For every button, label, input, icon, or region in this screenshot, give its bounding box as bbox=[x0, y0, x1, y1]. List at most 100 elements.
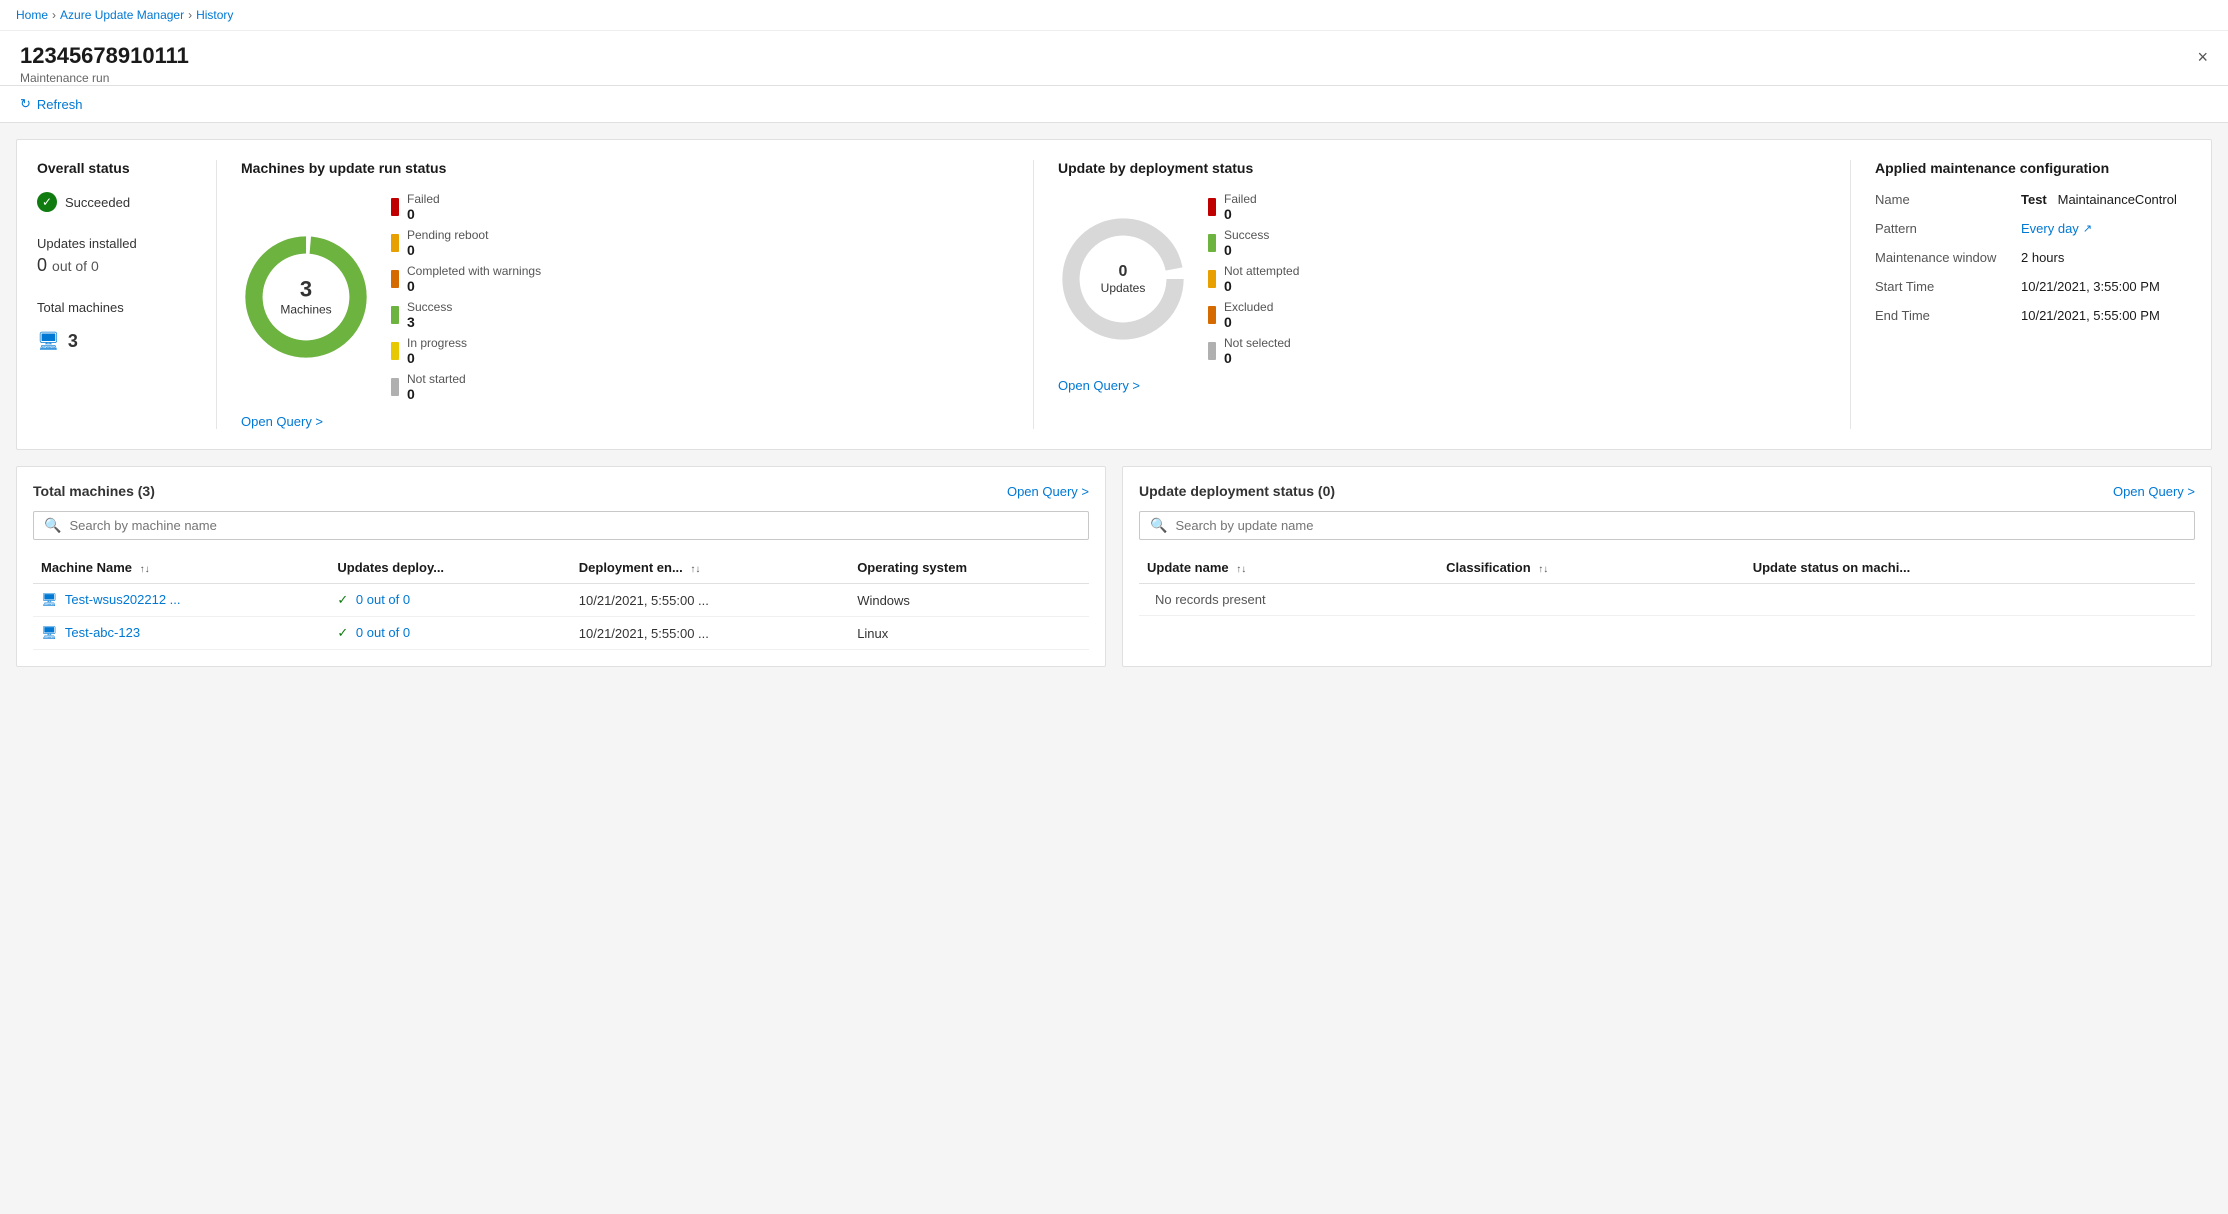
legend-warnings: Completed with warnings 0 bbox=[391, 264, 541, 294]
machines-donut: 3 Machines bbox=[241, 232, 371, 362]
success-check-1: ✓ bbox=[337, 592, 348, 607]
no-records-text: No records present bbox=[1147, 584, 1274, 615]
legend-label-failed: Failed bbox=[407, 192, 440, 206]
config-name-row: Name Test MaintainanceControl bbox=[1875, 192, 2191, 207]
update-search-input[interactable] bbox=[1175, 518, 2184, 533]
machine-search-icon: 🔍 bbox=[44, 517, 61, 534]
legend-success: Success 3 bbox=[391, 300, 541, 330]
config-section: Applied maintenance configuration Name T… bbox=[1851, 160, 2191, 429]
sort-icon-deployment[interactable]: ↑↓ bbox=[690, 564, 700, 575]
config-pattern-value[interactable]: Every day ↗ bbox=[2021, 221, 2092, 236]
config-window-row: Maintenance window 2 hours bbox=[1875, 250, 2191, 265]
machine-search-input[interactable] bbox=[69, 518, 1078, 533]
config-table: Name Test MaintainanceControl Pattern Ev… bbox=[1875, 192, 2191, 323]
updates-installed-label: Updates installed bbox=[37, 236, 192, 251]
machine-link-2[interactable]: Test-abc-123 bbox=[65, 625, 140, 640]
machine-icon: 🖥 bbox=[37, 331, 60, 352]
config-pattern-row: Pattern Every day ↗ bbox=[1875, 221, 2191, 236]
col-os: Operating system bbox=[849, 552, 1089, 584]
updates-table: Update name ↑↓ Classification ↑↓ Update … bbox=[1139, 552, 2195, 616]
updates-donut: 0 Updates bbox=[1058, 214, 1188, 344]
legend-in-progress: In progress 0 bbox=[391, 336, 541, 366]
legend-bar-failed bbox=[391, 198, 399, 216]
legend-bar-progress bbox=[391, 342, 399, 360]
config-title: Applied maintenance configuration bbox=[1875, 160, 2191, 176]
machines-table-title: Total machines (3) bbox=[33, 483, 155, 499]
breadcrumb: Home › Azure Update Manager › History bbox=[0, 0, 2228, 31]
config-end-label: End Time bbox=[1875, 308, 2005, 323]
breadcrumb-home[interactable]: Home bbox=[16, 8, 48, 22]
cell-os-1: Windows bbox=[849, 584, 1089, 617]
machines-chart-area: 3 Machines Failed 0 bbox=[241, 192, 1009, 402]
close-button[interactable]: × bbox=[2197, 47, 2208, 68]
update-legend-not-attempted: Not attempted 0 bbox=[1208, 264, 1299, 294]
breadcrumb-sep1: › bbox=[52, 8, 56, 22]
cell-updates-1: ✓ 0 out of 0 bbox=[329, 584, 570, 617]
config-end-row: End Time 10/21/2021, 5:55:00 PM bbox=[1875, 308, 2191, 323]
sort-icon-update-name[interactable]: ↑↓ bbox=[1236, 564, 1246, 575]
updates-table-header-row: Update name ↑↓ Classification ↑↓ Update … bbox=[1139, 552, 2195, 584]
update-bar-failed bbox=[1208, 198, 1216, 216]
update-legend-success: Success 0 bbox=[1208, 228, 1299, 258]
machines-table: Machine Name ↑↓ Updates deploy... Deploy… bbox=[33, 552, 1089, 650]
update-search-icon: 🔍 bbox=[1150, 517, 1167, 534]
refresh-button[interactable]: ↻ Refresh bbox=[20, 96, 82, 112]
legend-label-progress: In progress bbox=[407, 336, 467, 350]
updates-chart-area: 0 Updates Failed 0 bbox=[1058, 192, 1826, 366]
machines-table-header: Total machines (3) Open Query > bbox=[33, 483, 1089, 499]
updates-table-open-query[interactable]: Open Query > bbox=[2113, 484, 2195, 499]
config-start-value: 10/21/2021, 3:55:00 PM bbox=[2021, 279, 2160, 294]
col-update-status: Update status on machi... bbox=[1745, 552, 2195, 584]
legend-failed: Failed 0 bbox=[391, 192, 541, 222]
machines-chart-title: Machines by update run status bbox=[241, 160, 1009, 176]
legend-pending-reboot: Pending reboot 0 bbox=[391, 228, 541, 258]
col-machine-name: Machine Name ↑↓ bbox=[33, 552, 329, 584]
refresh-label: Refresh bbox=[37, 97, 83, 112]
updates-center-text: Updates bbox=[1101, 281, 1146, 295]
updates-table-panel: Update deployment status (0) Open Query … bbox=[1122, 466, 2212, 667]
success-icon: ✓ bbox=[37, 192, 57, 212]
update-legend-not-selected: Not selected 0 bbox=[1208, 336, 1299, 366]
no-records-row: No records present bbox=[1139, 584, 2195, 616]
config-window-value: 2 hours bbox=[2021, 250, 2064, 265]
legend-count-progress: 0 bbox=[407, 350, 467, 366]
config-window-label: Maintenance window bbox=[1875, 250, 2005, 265]
cell-updates-2: ✓ 0 out of 0 bbox=[329, 617, 570, 650]
updates-chart-section: Update by deployment status 0 Updates bbox=[1034, 160, 1851, 429]
machine-link-1[interactable]: Test-wsus202212 ... bbox=[65, 592, 181, 607]
updates-open-query[interactable]: Open Query > bbox=[1058, 378, 1140, 393]
legend-label-pending: Pending reboot bbox=[407, 228, 488, 242]
machine-icon-2: 🖥 bbox=[41, 625, 58, 640]
updates-link-2[interactable]: 0 out of 0 bbox=[356, 625, 410, 640]
bottom-panels: Total machines (3) Open Query > 🔍 Machin… bbox=[16, 466, 2212, 667]
machine-search-box[interactable]: 🔍 bbox=[33, 511, 1089, 540]
legend-bar-pending bbox=[391, 234, 399, 252]
machines-legend: Failed 0 Pending reboot 0 bbox=[391, 192, 541, 402]
update-search-box[interactable]: 🔍 bbox=[1139, 511, 2195, 540]
sort-icon-machine[interactable]: ↑↓ bbox=[140, 564, 150, 575]
updates-link-1[interactable]: 0 out of 0 bbox=[356, 592, 410, 607]
breadcrumb-azure[interactable]: Azure Update Manager bbox=[60, 8, 184, 22]
success-check-2: ✓ bbox=[337, 625, 348, 640]
machines-table-header-row: Machine Name ↑↓ Updates deploy... Deploy… bbox=[33, 552, 1089, 584]
legend-bar-warnings bbox=[391, 270, 399, 288]
top-panel: Overall status ✓ Succeeded Updates insta… bbox=[16, 139, 2212, 450]
updates-table-header: Update deployment status (0) Open Query … bbox=[1139, 483, 2195, 499]
config-name-label: Name bbox=[1875, 192, 2005, 207]
machines-open-query[interactable]: Open Query > bbox=[241, 414, 323, 429]
update-bar-success bbox=[1208, 234, 1216, 252]
sort-icon-classification[interactable]: ↑↓ bbox=[1538, 564, 1548, 575]
status-row: ✓ Succeeded bbox=[37, 192, 192, 212]
refresh-icon: ↻ bbox=[20, 96, 31, 112]
breadcrumb-history[interactable]: History bbox=[196, 8, 233, 22]
config-start-row: Start Time 10/21/2021, 3:55:00 PM bbox=[1875, 279, 2191, 294]
machines-table-open-query[interactable]: Open Query > bbox=[1007, 484, 1089, 499]
cell-deployment-end-1: 10/21/2021, 5:55:00 ... bbox=[571, 584, 849, 617]
updates-out-of: out of 0 bbox=[52, 258, 99, 274]
toolbar: ↻ Refresh bbox=[0, 86, 2228, 123]
col-classification: Classification ↑↓ bbox=[1438, 552, 1745, 584]
machines-donut-label: 3 Machines bbox=[280, 277, 331, 318]
config-name-value: Test MaintainanceControl bbox=[2021, 192, 2177, 207]
main-content: Overall status ✓ Succeeded Updates insta… bbox=[0, 123, 2228, 1214]
col-update-name: Update name ↑↓ bbox=[1139, 552, 1438, 584]
